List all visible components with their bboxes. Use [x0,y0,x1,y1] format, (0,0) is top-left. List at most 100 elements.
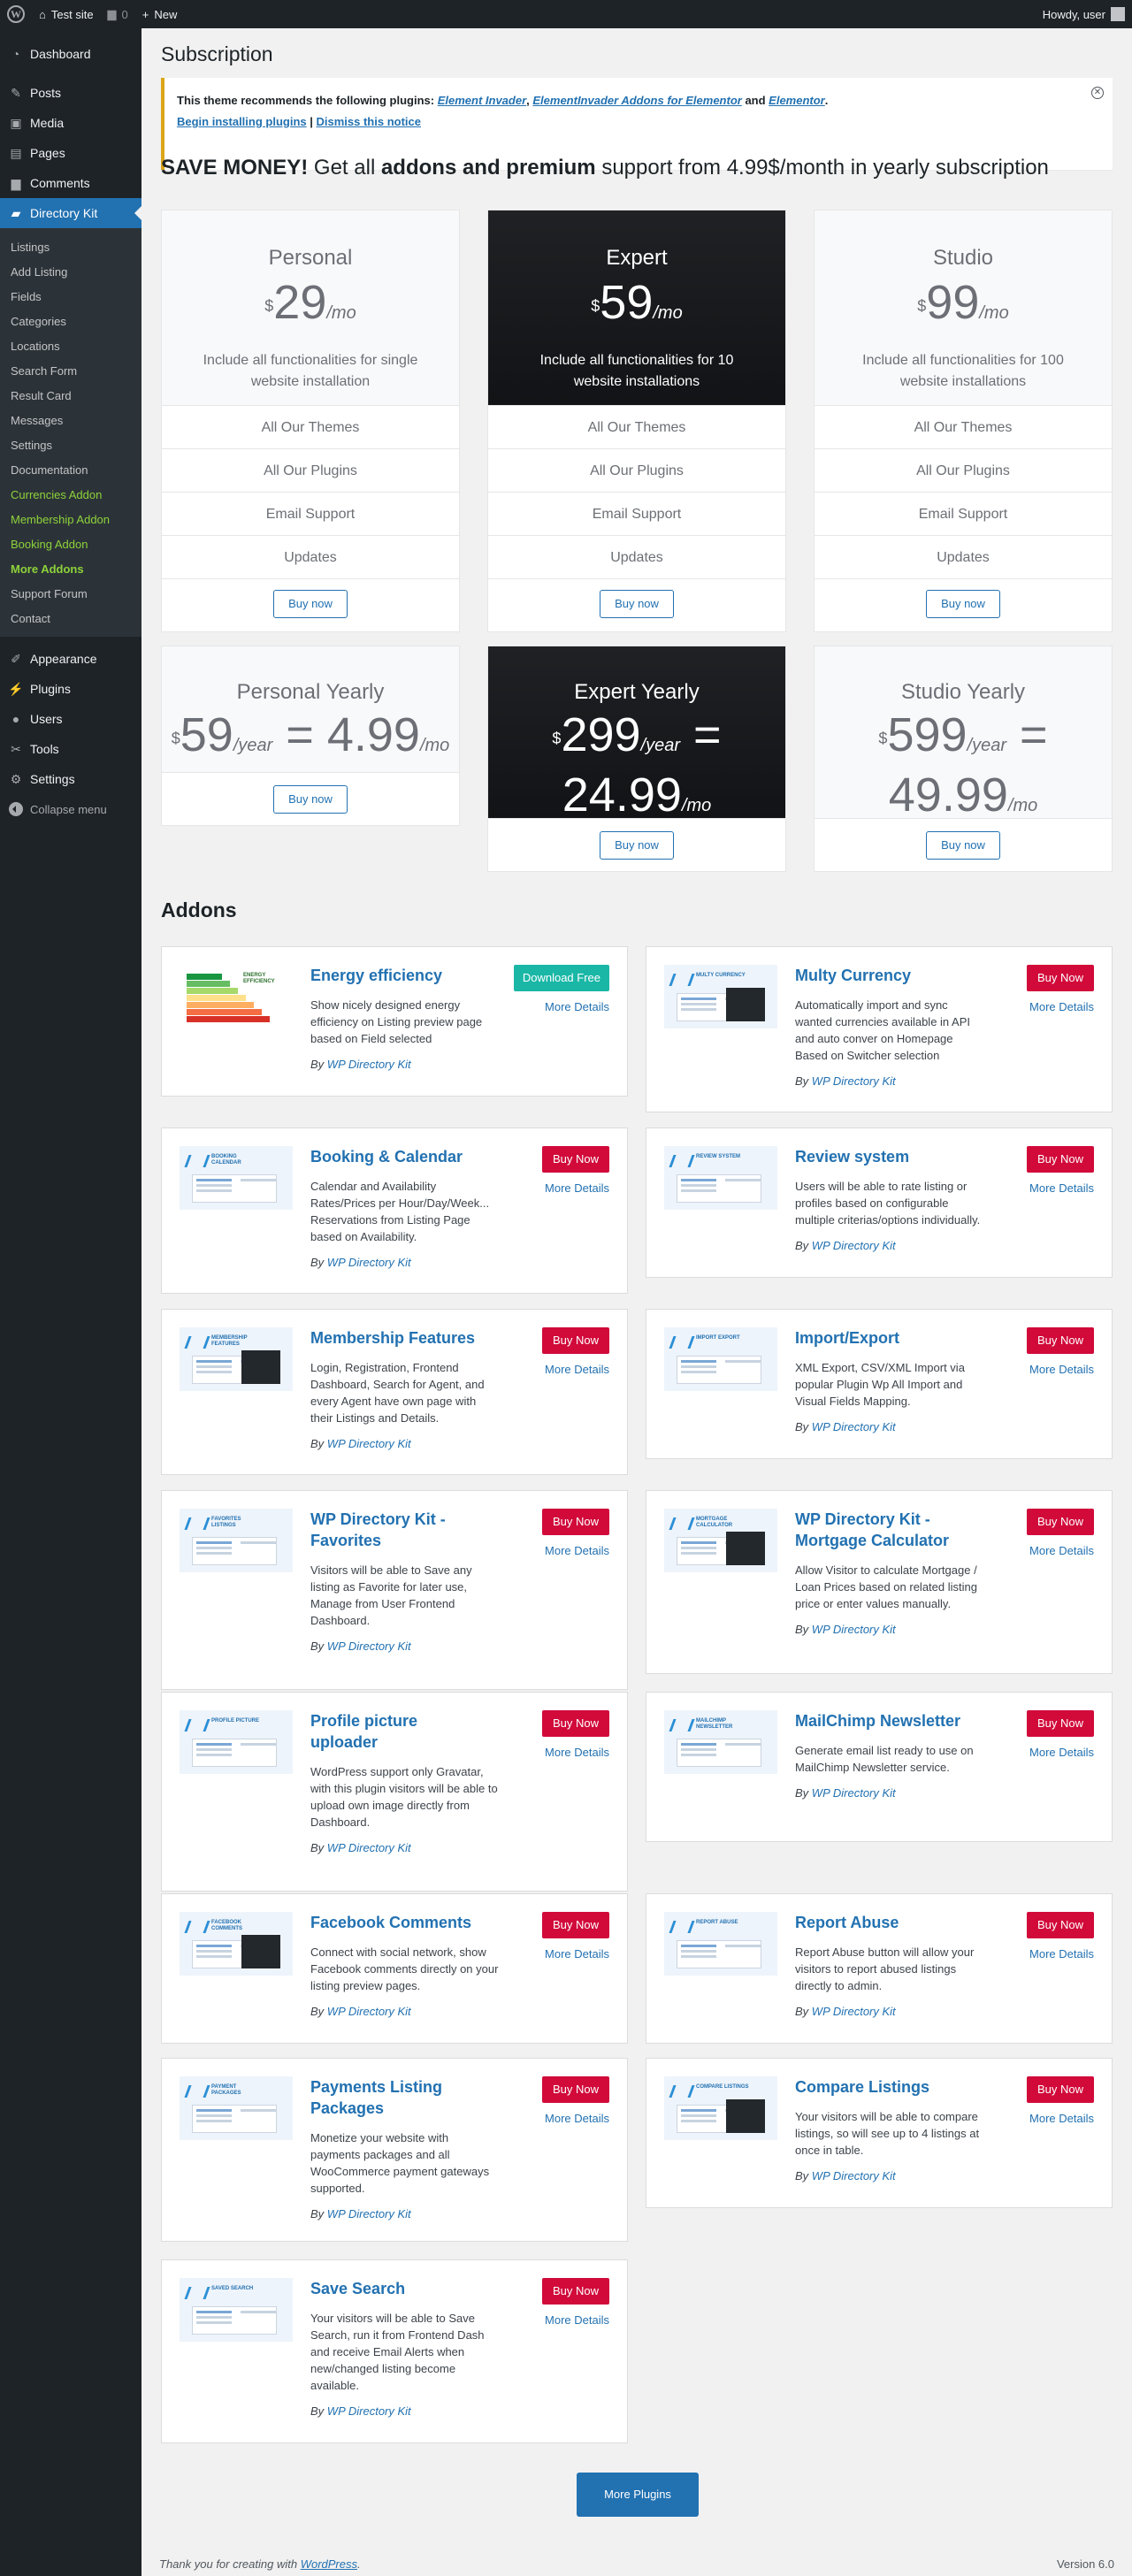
buy-now-button[interactable]: Buy Now [541,1509,609,1535]
buy-now-button[interactable]: Buy now [600,831,674,860]
more-details-link[interactable]: More Details [545,2112,609,2125]
begin-installing-link[interactable]: Begin installing plugins [177,115,307,128]
menu-users[interactable]: ● Users [0,704,142,734]
close-icon[interactable]: ✕ [1091,87,1104,99]
submenu-messages[interactable]: Messages [0,408,142,432]
author-link[interactable]: WP Directory Kit [812,1239,896,1252]
collapse-menu-button[interactable]: Collapse menu [0,794,142,824]
submenu-documentation[interactable]: Documentation [0,457,142,482]
addon-name[interactable]: Membership Features [310,1327,475,1349]
addon-name[interactable]: Review system [795,1146,909,1167]
addon-name[interactable]: Energy efficiency [310,965,442,986]
plugin-link-elementor[interactable]: Elementor [769,94,825,107]
buy-now-button[interactable]: Buy now [600,590,674,618]
menu-directory-kit[interactable]: ▰ Directory Kit [0,198,142,228]
author-link[interactable]: WP Directory Kit [327,2207,411,2221]
comments-link[interactable]: ▆ 0 [101,0,135,28]
buy-now-button[interactable]: Buy Now [541,1146,609,1173]
author-link[interactable]: WP Directory Kit [327,1640,411,1653]
author-link[interactable]: WP Directory Kit [327,1058,411,1071]
author-link[interactable]: WP Directory Kit [812,1623,896,1636]
menu-dashboard[interactable]: ◔ Dashboard [0,39,142,69]
more-details-link[interactable]: More Details [545,1746,609,1759]
buy-now-button[interactable]: Buy Now [541,2278,609,2305]
author-link[interactable]: WP Directory Kit [327,2404,411,2418]
more-details-link[interactable]: More Details [1029,1363,1094,1376]
dismiss-notice-link[interactable]: Dismiss this notice [317,115,421,128]
menu-pages[interactable]: ▤ Pages [0,138,142,168]
buy-now-button[interactable]: Buy Now [541,2076,609,2103]
author-link[interactable]: WP Directory Kit [327,1256,411,1269]
addon-name[interactable]: WP Directory Kit - Favorites [310,1509,446,1551]
submenu-contact[interactable]: Contact [0,606,142,631]
addon-name[interactable]: Profile picture uploader [310,1710,417,1753]
addon-name[interactable]: Multy Currency [795,965,911,986]
submenu-settings[interactable]: Settings [0,432,142,457]
buy-now-button[interactable]: Buy Now [541,1912,609,1938]
more-details-link[interactable]: More Details [1029,1746,1094,1759]
buy-now-button[interactable]: Buy Now [1026,1912,1094,1938]
buy-now-button[interactable]: Buy now [926,590,1000,618]
download-free-button[interactable]: Download Free [513,965,609,991]
author-link[interactable]: WP Directory Kit [327,1841,411,1854]
menu-tools[interactable]: ✂ Tools [0,734,142,764]
more-details-link[interactable]: More Details [545,1363,609,1376]
site-name-link[interactable]: ⌂ Test site [32,0,101,28]
buy-now-button[interactable]: Buy Now [1026,1146,1094,1173]
submenu-listings[interactable]: Listings [0,234,142,259]
menu-media[interactable]: ▣ Media [0,108,142,138]
account-menu[interactable]: Howdy, user [1043,0,1125,28]
submenu-support-forum[interactable]: Support Forum [0,581,142,606]
submenu-more-addons[interactable]: More Addons [0,556,142,581]
submenu-currencies-addon[interactable]: Currencies Addon [0,482,142,507]
plugin-link-elementinvader-addons[interactable]: ElementInvader Addons for Elementor [532,94,741,107]
author-link[interactable]: WP Directory Kit [812,2169,896,2182]
more-details-link[interactable]: More Details [1029,1544,1094,1557]
buy-now-button[interactable]: Buy Now [1026,1509,1094,1535]
author-link[interactable]: WP Directory Kit [812,1786,896,1800]
addon-name[interactable]: Import/Export [795,1327,899,1349]
addon-name[interactable]: WP Directory Kit - Mortgage Calculator [795,1509,949,1551]
more-plugins-button[interactable]: More Plugins [577,2473,699,2517]
wordpress-link[interactable]: WordPress [301,2557,357,2571]
buy-now-button[interactable]: Buy Now [1026,2076,1094,2103]
plugin-link-element-invader[interactable]: Element Invader [438,94,526,107]
more-details-link[interactable]: More Details [545,1947,609,1961]
buy-now-button[interactable]: Buy now [273,785,348,814]
menu-comments[interactable]: ▆ Comments [0,168,142,198]
menu-posts[interactable]: ✎ Posts [0,78,142,108]
submenu-membership-addon[interactable]: Membership Addon [0,507,142,531]
author-link[interactable]: WP Directory Kit [327,2005,411,2018]
submenu-result-card[interactable]: Result Card [0,383,142,408]
more-details-link[interactable]: More Details [545,1000,609,1013]
more-details-link[interactable]: More Details [1029,1000,1094,1013]
more-details-link[interactable]: More Details [545,1544,609,1557]
new-content-link[interactable]: + New [135,0,185,28]
submenu-booking-addon[interactable]: Booking Addon [0,531,142,556]
submenu-add-listing[interactable]: Add Listing [0,259,142,284]
addon-name[interactable]: Booking & Calendar [310,1146,463,1167]
more-details-link[interactable]: More Details [1029,1947,1094,1961]
buy-now-button[interactable]: Buy Now [1026,1327,1094,1354]
addon-name[interactable]: Facebook Comments [310,1912,471,1933]
addon-name[interactable]: Save Search [310,2278,405,2299]
wp-logo-menu[interactable]: W [0,0,32,28]
buy-now-button[interactable]: Buy now [926,831,1000,860]
buy-now-button[interactable]: Buy Now [541,1710,609,1737]
more-details-link[interactable]: More Details [1029,1181,1094,1195]
author-link[interactable]: WP Directory Kit [812,1074,896,1088]
addon-name[interactable]: Report Abuse [795,1912,899,1933]
submenu-fields[interactable]: Fields [0,284,142,309]
more-details-link[interactable]: More Details [545,1181,609,1195]
author-link[interactable]: WP Directory Kit [812,2005,896,2018]
addon-name[interactable]: Payments Listing Packages [310,2076,442,2119]
menu-plugins[interactable]: ⚡ Plugins [0,674,142,704]
buy-now-button[interactable]: Buy now [273,590,348,618]
buy-now-button[interactable]: Buy Now [1026,1710,1094,1737]
author-link[interactable]: WP Directory Kit [812,1420,896,1433]
more-details-link[interactable]: More Details [1029,2112,1094,2125]
menu-appearance[interactable]: ✐ Appearance [0,644,142,674]
submenu-categories[interactable]: Categories [0,309,142,333]
addon-name[interactable]: Compare Listings [795,2076,929,2098]
buy-now-button[interactable]: Buy Now [1026,965,1094,991]
